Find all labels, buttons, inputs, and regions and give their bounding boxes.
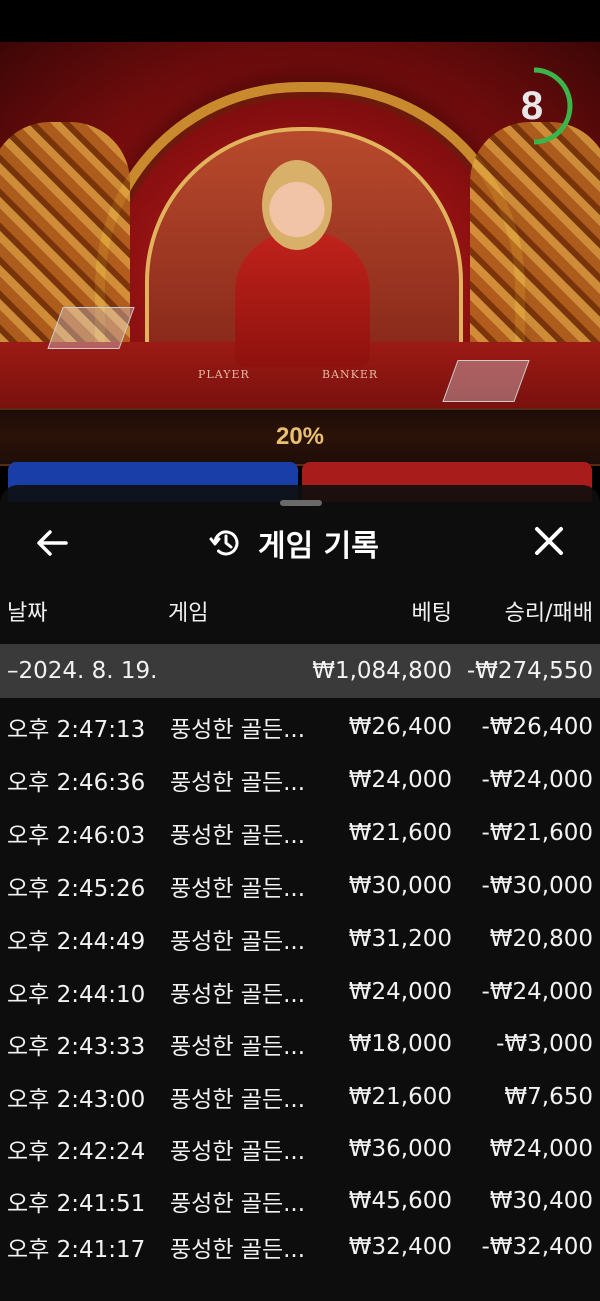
row-bet: ₩18,000 <box>348 1031 452 1057</box>
row-result: -₩24,000 <box>481 767 593 793</box>
sheet-drag-handle[interactable] <box>280 500 322 506</box>
column-header-date: 날짜 <box>7 601 48 626</box>
row-time: 오후 2:41:51 <box>7 1191 146 1217</box>
game-history-sheet: 게임 기록 날짜 게임 베팅 승리/패배 –2024. 8. 19. ₩1,08… <box>0 485 600 1301</box>
table-label-player: PLAYER <box>198 368 250 381</box>
card-shoe <box>47 307 135 349</box>
row-result: -₩24,000 <box>481 979 593 1005</box>
table-label-banker: BANKER <box>322 368 379 381</box>
group-total-result: -₩274,550 <box>466 658 593 684</box>
row-bet: ₩24,000 <box>348 767 452 793</box>
row-time: 오후 2:44:49 <box>7 929 146 955</box>
column-header-bet: 베팅 <box>411 601 452 626</box>
row-result: -₩30,000 <box>481 873 593 899</box>
row-bet: ₩31,200 <box>348 926 452 952</box>
row-result: -₩26,400 <box>481 714 593 740</box>
dealer <box>235 232 370 367</box>
row-game: 풍성한 골든... <box>170 1087 306 1113</box>
row-result: -₩32,400 <box>481 1234 593 1260</box>
table-row[interactable]: 오후 2:44:10 풍성한 골든... ₩24,000 -₩24,000 <box>0 966 600 1018</box>
row-result: ₩24,000 <box>489 1136 593 1162</box>
row-time: 오후 2:43:33 <box>7 1034 146 1060</box>
sheet-title-text: 게임 기록 <box>258 529 379 564</box>
row-game: 풍성한 골든... <box>170 1191 306 1217</box>
table-row[interactable]: 오후 2:42:24 풍성한 골든... ₩36,000 ₩24,000 <box>0 1123 600 1175</box>
table-row[interactable]: 오후 2:41:51 풍성한 골든... ₩45,600 ₩30,400 <box>0 1175 600 1227</box>
row-result: ₩30,400 <box>489 1188 593 1214</box>
row-bet: ₩21,600 <box>348 1084 452 1110</box>
row-game: 풍성한 골든... <box>170 1237 306 1263</box>
group-total-bet: ₩1,084,800 <box>312 658 452 684</box>
arrow-left-icon <box>37 530 68 556</box>
row-result: -₩3,000 <box>496 1031 593 1057</box>
table-row[interactable]: 오후 2:46:03 풍성한 골든... ₩21,600 -₩21,600 <box>0 807 600 859</box>
row-result: ₩20,800 <box>489 926 593 952</box>
history-clock-icon <box>209 530 239 556</box>
row-time: 오후 2:47:13 <box>7 717 146 743</box>
row-time: 오후 2:46:36 <box>7 770 146 796</box>
row-time: 오후 2:43:00 <box>7 1087 146 1113</box>
percentage-bar: 20% <box>0 408 600 466</box>
row-time: 오후 2:44:10 <box>7 982 146 1008</box>
row-result: ₩7,650 <box>504 1084 593 1110</box>
row-game: 풍성한 골든... <box>170 823 306 849</box>
row-result: -₩21,600 <box>481 820 593 846</box>
column-header-result: 승리/패배 <box>504 601 593 626</box>
timer-value: 8 <box>520 83 544 128</box>
percentage-value: 20% <box>275 423 325 450</box>
back-button[interactable] <box>30 523 74 563</box>
table-row[interactable]: 오후 2:46:36 풍성한 골든... ₩24,000 -₩24,000 <box>0 754 600 806</box>
table-row[interactable]: 오후 2:41:17 풍성한 골든... ₩32,400 -₩32,400 <box>0 1221 600 1273</box>
close-icon <box>535 527 563 555</box>
row-bet: ₩32,400 <box>348 1234 452 1260</box>
table-row[interactable]: 오후 2:47:13 풍성한 골든... ₩26,400 -₩26,400 <box>0 701 600 753</box>
row-bet: ₩45,600 <box>348 1188 452 1214</box>
dealer-head <box>262 160 332 250</box>
date-group-row[interactable]: –2024. 8. 19. ₩1,084,800 -₩274,550 <box>0 644 600 698</box>
row-time: 오후 2:42:24 <box>7 1139 146 1165</box>
table-row[interactable]: 오후 2:43:00 풍성한 골든... ₩21,600 ₩7,650 <box>0 1071 600 1123</box>
row-game: 풍성한 골든... <box>170 929 306 955</box>
table-row[interactable]: 오후 2:45:26 풍성한 골든... ₩30,000 -₩30,000 <box>0 860 600 912</box>
row-game: 풍성한 골든... <box>170 982 306 1008</box>
table-row[interactable]: 오후 2:44:49 풍성한 골든... ₩31,200 ₩20,800 <box>0 913 600 965</box>
row-game: 풍성한 골든... <box>170 876 306 902</box>
sheet-header: 게임 기록 <box>0 513 600 573</box>
row-bet: ₩30,000 <box>348 873 452 899</box>
row-time: 오후 2:46:03 <box>7 823 146 849</box>
row-game: 풍성한 골든... <box>170 1034 306 1060</box>
row-bet: ₩21,600 <box>348 820 452 846</box>
row-game: 풍성한 골든... <box>170 770 306 796</box>
row-bet: ₩24,000 <box>348 979 452 1005</box>
column-header-game: 게임 <box>168 601 209 626</box>
group-date: –2024. 8. 19. <box>7 658 158 684</box>
row-time: 오후 2:45:26 <box>7 876 146 902</box>
row-game: 풍성한 골든... <box>170 717 306 743</box>
card-tray <box>442 360 530 402</box>
table-row[interactable]: 오후 2:43:33 풍성한 골든... ₩18,000 -₩3,000 <box>0 1018 600 1070</box>
row-bet: ₩36,000 <box>348 1136 452 1162</box>
row-game: 풍성한 골든... <box>170 1139 306 1165</box>
sheet-title: 게임 기록 <box>208 523 379 564</box>
countdown-timer: 8 <box>498 66 574 146</box>
row-bet: ₩26,400 <box>348 714 452 740</box>
close-button[interactable] <box>525 521 573 565</box>
row-time: 오후 2:41:17 <box>7 1237 146 1263</box>
